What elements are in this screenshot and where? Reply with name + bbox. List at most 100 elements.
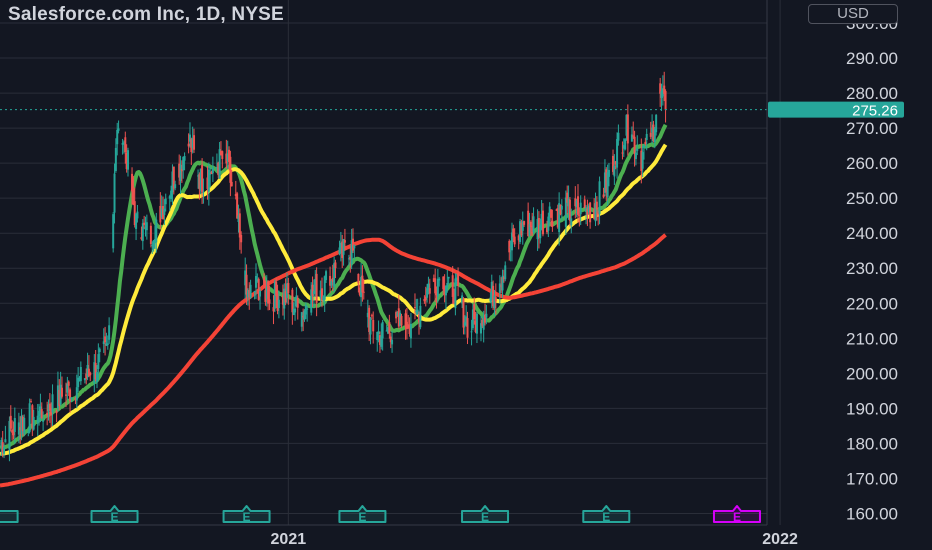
- candle-body: [193, 135, 196, 150]
- candle-body: [89, 372, 92, 376]
- candle-body: [523, 221, 526, 225]
- candle-body: [23, 417, 26, 434]
- candle-body: [626, 114, 629, 144]
- candle-body: [113, 173, 116, 213]
- candle-body: [338, 247, 341, 254]
- candle-body: [69, 389, 72, 402]
- candle-body: [419, 305, 422, 328]
- candle-body: [287, 283, 290, 294]
- candle-body: [551, 220, 554, 228]
- candle-body: [141, 223, 144, 242]
- earnings-marker-label: E: [358, 510, 366, 524]
- candle-body: [413, 306, 416, 308]
- candle-body: [532, 216, 535, 233]
- candle-body: [325, 271, 328, 281]
- candle-body: [116, 129, 119, 145]
- price-tick-label: 220.00: [846, 294, 898, 313]
- candle-body: [409, 323, 412, 339]
- candle-body: [98, 348, 101, 353]
- candle-body: [416, 309, 419, 314]
- candle-body: [65, 394, 68, 396]
- candle-body: [632, 135, 635, 137]
- candle-body: [106, 343, 109, 345]
- candle-body: [126, 150, 129, 170]
- candle-body: [372, 319, 375, 332]
- candle-body: [457, 273, 460, 286]
- candle-body: [576, 196, 579, 215]
- candle-body: [257, 278, 260, 300]
- candle-body: [362, 291, 365, 293]
- candle-body: [311, 284, 314, 297]
- candle-body: [131, 173, 134, 192]
- candle-body: [13, 418, 16, 432]
- candle-body: [613, 165, 616, 177]
- candle-body: [454, 278, 457, 309]
- candle-body: [32, 416, 35, 430]
- candle-body: [513, 236, 516, 245]
- candle-body: [263, 277, 266, 285]
- candle-body: [578, 214, 581, 216]
- candle-body: [211, 167, 214, 174]
- candle-body: [36, 415, 39, 423]
- candle-body: [353, 244, 356, 249]
- candle-body: [508, 240, 511, 253]
- candle-body: [164, 198, 167, 205]
- candle-body: [447, 276, 450, 279]
- currency-button[interactable]: USD: [808, 4, 898, 24]
- candle-body: [391, 339, 394, 345]
- price-tick-label: 160.00: [846, 504, 898, 523]
- candle-body: [407, 324, 410, 329]
- candle-body: [259, 290, 262, 297]
- candle-body: [621, 152, 624, 154]
- candle-body: [229, 156, 232, 183]
- candle-body: [645, 133, 648, 141]
- chart-title: Salesforce.com Inc, 1D, NYSE: [8, 4, 284, 25]
- candle-body: [649, 132, 652, 137]
- candle-body: [277, 299, 280, 309]
- candle-body: [361, 275, 364, 293]
- chart-background: [0, 0, 932, 550]
- candle-body: [202, 191, 205, 193]
- candle-body: [498, 283, 501, 293]
- candle-body: [67, 381, 70, 386]
- candle-body: [60, 387, 63, 397]
- candle-body: [300, 312, 303, 327]
- candle-body: [351, 238, 354, 251]
- candle-body: [75, 387, 78, 401]
- candle-body: [560, 205, 563, 210]
- price-chart[interactable]: 160.00 170.00 180.00 190.00 200.00 210.00 220.…: [0, 0, 932, 550]
- candle-body: [616, 139, 619, 168]
- candle-body: [636, 148, 639, 151]
- candle-body: [291, 289, 294, 313]
- candle-body: [240, 234, 243, 243]
- candle-body: [579, 202, 582, 215]
- candle-body: [9, 415, 12, 429]
- candle-body: [541, 210, 544, 235]
- candle-body: [42, 420, 45, 422]
- candle-body: [664, 90, 667, 110]
- candle-body: [236, 193, 239, 219]
- price-tick-label: 210.00: [846, 329, 898, 348]
- candle-body: [334, 262, 337, 269]
- candle-body: [27, 431, 30, 433]
- candle-body: [315, 273, 318, 303]
- candle-body: [306, 308, 309, 310]
- candle-body: [304, 305, 307, 315]
- candle-body: [221, 151, 224, 159]
- time-tick-label: 2021: [271, 531, 307, 548]
- price-tick-label: 250.00: [846, 189, 898, 208]
- candle-body: [104, 336, 107, 343]
- candle-body: [79, 367, 82, 382]
- candle-body: [40, 409, 43, 418]
- candle-body: [641, 152, 644, 169]
- candle-body: [143, 222, 146, 225]
- candle-body: [547, 216, 550, 231]
- time-tick-label: 2022: [762, 531, 798, 548]
- candle-body: [550, 209, 553, 218]
- candle-body: [634, 152, 637, 160]
- candle-body: [149, 225, 152, 244]
- last-price-label: 275.26: [852, 103, 898, 120]
- price-axis[interactable]: 160.00 170.00 180.00 190.00 200.00 210.00 220.…: [846, 14, 898, 523]
- candle-body: [70, 397, 73, 400]
- candle-body: [296, 297, 299, 308]
